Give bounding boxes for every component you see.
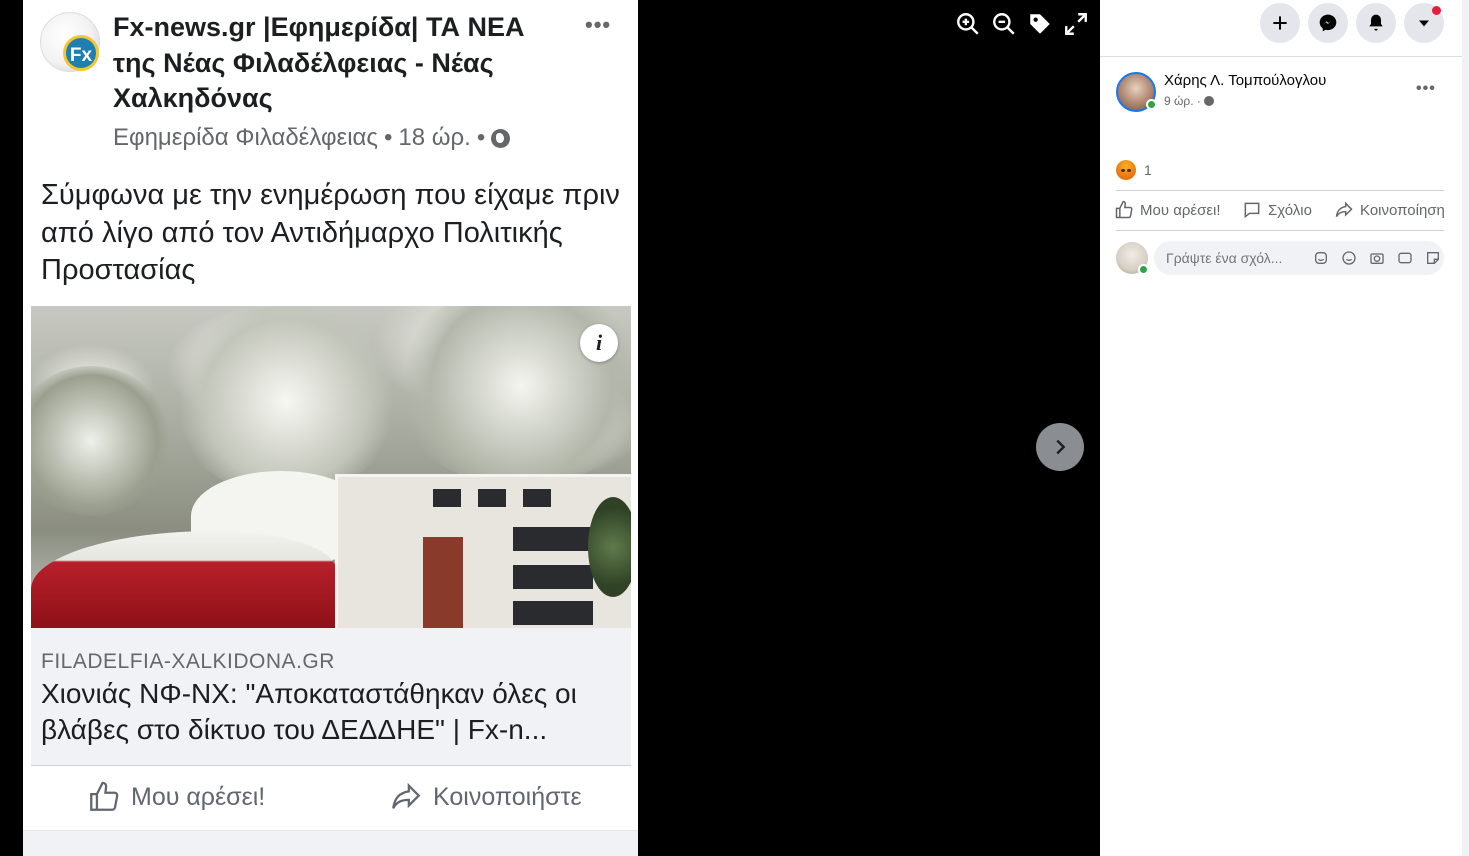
fx-logo: Fx [63,35,99,71]
tag-icon[interactable] [1026,10,1054,38]
share-button[interactable]: Κοινοποίηση [1334,200,1445,220]
municipal-building [335,474,631,628]
post-body-text: Σύμφωνα με την ενημέρωση που είχαμε πριν… [41,179,620,287]
link-title[interactable]: Χιονιάς ΝΦ-ΝΧ: "Αποκαταστάθηκαν όλες οι … [41,676,626,749]
like-label: Μου αρέσει! [1140,201,1221,219]
page-avatar[interactable]: Fx [40,12,100,72]
angry-reaction-icon [1116,160,1136,180]
meta-separator-2: • [476,124,486,151]
comment-composer[interactable] [1154,241,1444,275]
zoom-out-icon[interactable] [990,10,1018,38]
link-preview-meta[interactable]: FILADELFIA-XALKIDONA.GR Χιονιάς ΝΦ-ΝΧ: "… [31,628,631,765]
more-options-icon[interactable]: ••• [1416,80,1436,98]
share-label: Κοινοποίηση [1360,201,1445,219]
messenger-button[interactable] [1308,3,1348,43]
divider [31,765,631,766]
reaction-count: 1 [1144,162,1152,178]
post-byline: Εφημερίδα Φιλαδέλφειας [113,124,378,151]
post-side-panel: Χάρης Λ. Τομπούλογλου 9 ώρ. · ••• 1 Μου … [1100,0,1469,856]
caret-down-icon [1419,20,1429,27]
post-share-label: Κοινοποιήστε [433,782,582,811]
reactions-summary[interactable]: 1 [1116,160,1152,180]
emoji-icon[interactable] [1340,249,1358,267]
post-share-button[interactable]: Κοινοποιήστε [389,780,582,814]
avatar-sticker-icon[interactable] [1312,249,1330,267]
post-like-button[interactable]: Μου αρέσει! [87,780,265,814]
comment-input[interactable] [1166,250,1306,266]
post-like-label: Μου αρέσει! [131,782,266,811]
notifications-button[interactable] [1356,3,1396,43]
online-indicator [1138,264,1149,275]
messenger-icon [1319,14,1337,32]
camera-icon[interactable] [1368,249,1386,267]
link-preview-image[interactable]: i [31,306,631,628]
sticker-icon[interactable] [1424,249,1442,267]
bottom-strip [23,830,638,856]
comment-icon [1244,202,1260,219]
plus-icon [1273,16,1287,30]
gif-icon[interactable] [1396,249,1414,267]
author-name[interactable]: Χάρης Λ. Τομπούλογλου [1164,72,1326,89]
like-button[interactable]: Μου αρέσει! [1114,200,1221,220]
chevron-right-icon [1056,439,1066,455]
fullscreen-icon[interactable] [1062,10,1090,38]
meta-separator: • [383,124,393,151]
online-indicator [1146,99,1157,110]
page-name[interactable]: Fx-news.gr |Εφημερίδα| ΤΑ ΝΕΑ της Νέας Φ… [113,10,573,117]
post-meta: Εφημερίδα Φιλαδέλφειας • 18 ώρ. • [113,124,511,152]
link-domain: FILADELFIA-XALKIDONA.GR [41,650,335,673]
globe-icon [1203,96,1214,106]
panel-divider [1100,56,1469,57]
info-icon[interactable]: i [580,324,618,362]
zoom-in-icon[interactable] [954,10,982,38]
post-time[interactable]: 18 ώρ. [398,124,470,152]
photo-viewer: Fx Fx-news.gr |Εφημερίδα| ΤΑ ΝΕΑ της Νέα… [0,0,1100,856]
thumbs-up-icon [1115,200,1133,219]
notification-dot [1432,6,1441,15]
scrollbar[interactable] [1462,0,1469,856]
shared-post-image[interactable]: Fx Fx-news.gr |Εφημερίδα| ΤΑ ΝΕΑ της Νέα… [23,0,638,856]
composer-tools [1312,249,1442,267]
author-post-time: 9 ώρ. · [1164,94,1214,108]
divider [1116,190,1444,191]
more-options-icon[interactable]: ••• [585,12,611,38]
comment-label: Σχόλιο [1268,201,1312,219]
share-arrow-icon [1335,201,1353,218]
create-button[interactable] [1260,3,1300,43]
share-arrow-icon [392,782,421,809]
next-photo-button[interactable] [1036,423,1084,471]
globe-icon [491,128,511,148]
bell-icon [1369,14,1383,31]
post-time-text[interactable]: 9 ώρ. · [1164,94,1201,108]
comment-button[interactable]: Σχόλιο [1242,200,1312,220]
thumbs-up-icon [90,781,119,811]
snowy-tree [171,306,401,496]
divider [1116,230,1444,231]
